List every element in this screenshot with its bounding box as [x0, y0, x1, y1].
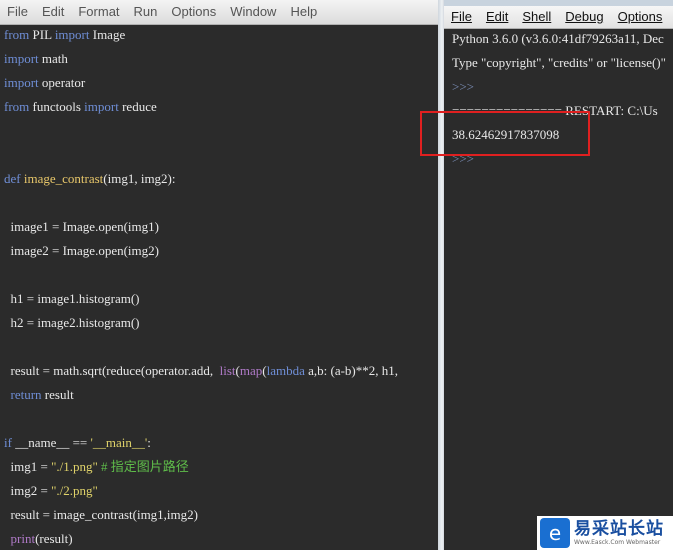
- code-token: import: [4, 75, 39, 90]
- code-line: print(result): [4, 529, 73, 549]
- code-token: '__main__': [90, 435, 148, 450]
- code-token: operator: [38, 75, 86, 90]
- code-token: result = math.sqrt(reduce(operator.add,: [4, 363, 220, 378]
- code-line: from functools import reduce: [4, 97, 157, 117]
- code-line: import math: [4, 49, 68, 69]
- code-line: h1 = image1.histogram(): [4, 289, 140, 309]
- result-highlight-box: [420, 111, 590, 156]
- shell-menu-debug[interactable]: Debug: [558, 6, 610, 28]
- code-token: img1 =: [4, 459, 52, 474]
- code-token: reduce: [118, 99, 157, 114]
- shell-menu-options[interactable]: Options: [611, 6, 670, 28]
- code-line: img1 = "./1.png" # 指定图片路径: [4, 457, 189, 477]
- code-token: from: [4, 27, 30, 42]
- code-token: img2 =: [4, 483, 52, 498]
- menu-format[interactable]: Format: [71, 0, 126, 24]
- watermark-subtext: Www.Easck.Com Webmaster: [574, 539, 661, 546]
- code-token: from: [4, 99, 30, 114]
- code-token: map: [239, 363, 263, 378]
- code-token: # 指定图片路径: [101, 459, 189, 474]
- code-token: image_contrast: [23, 171, 104, 186]
- code-token: result: [41, 387, 74, 402]
- code-token: if: [4, 435, 12, 450]
- code-token: print: [10, 531, 36, 546]
- watermark-logo-icon: e: [540, 518, 570, 548]
- shell-line: Type "copyright", "credits" or "license(…: [452, 55, 666, 70]
- code-token: __name__ ==: [11, 435, 91, 450]
- code-token: math: [38, 51, 68, 66]
- menu-window[interactable]: Window: [223, 0, 283, 24]
- code-token: "./1.png": [51, 459, 98, 474]
- code-line: return result: [4, 385, 74, 405]
- code-line: img2 = "./2.png": [4, 481, 98, 501]
- code-token: list: [219, 363, 236, 378]
- watermark-text: 易采站长站: [574, 519, 664, 539]
- code-token: PIL: [29, 27, 55, 42]
- code-token: functools: [29, 99, 85, 114]
- code-line: image2 = Image.open(img2): [4, 241, 159, 261]
- code-editor[interactable]: from PIL import Image import math import o…: [0, 24, 443, 550]
- code-token: (img1, img2):: [103, 171, 176, 186]
- code-line: import operator: [4, 73, 85, 93]
- code-line: h2 = image2.histogram(): [4, 313, 140, 333]
- code-line: def image_contrast(img1, img2):: [4, 169, 176, 189]
- code-token: Image: [89, 27, 126, 42]
- code-token: (result): [35, 531, 73, 546]
- menu-options[interactable]: Options: [164, 0, 223, 24]
- code-token: "./2.png": [51, 483, 98, 498]
- shell-menu-edit[interactable]: Edit: [479, 6, 515, 28]
- menu-edit[interactable]: Edit: [35, 0, 71, 24]
- code-token: :: [147, 435, 151, 450]
- watermark: e 易采站长站 Www.Easck.Com Webmaster: [537, 516, 673, 550]
- code-line: image1 = Image.open(img1): [4, 217, 159, 237]
- code-token: image1 = Image.open(img1): [4, 219, 159, 234]
- shell-line: >>>: [452, 79, 474, 94]
- code-token: result = image_contrast(img1,img2): [4, 507, 198, 522]
- editor-window: File Edit Format Run Options Window Help…: [0, 0, 443, 550]
- menu-help[interactable]: Help: [283, 0, 324, 24]
- shell-menubar: File Edit Shell Debug Options: [444, 6, 673, 29]
- code-token: a,b: (a-b)**2, h1,: [304, 363, 399, 378]
- shell-menu-file[interactable]: File: [444, 6, 479, 28]
- code-line: result = image_contrast(img1,img2): [4, 505, 198, 525]
- code-line: if __name__ == '__main__':: [4, 433, 151, 453]
- code-token: return: [10, 387, 42, 402]
- editor-menubar: File Edit Format Run Options Window Help: [0, 0, 443, 25]
- shell-line: Python 3.6.0 (v3.6.0:41df79263a11, Dec: [452, 31, 664, 46]
- code-line: from PIL import Image: [4, 25, 125, 45]
- code-token: import: [84, 99, 119, 114]
- menu-run[interactable]: Run: [127, 0, 165, 24]
- shell-menu-shell[interactable]: Shell: [515, 6, 558, 28]
- code-token: def: [4, 171, 21, 186]
- code-line: result = math.sqrt(reduce(operator.add, …: [4, 361, 399, 381]
- code-token: import: [54, 27, 90, 42]
- code-token: h1 = image1.histogram(): [4, 291, 140, 306]
- code-token: image2 = Image.open(img2): [4, 243, 159, 258]
- code-token: h2 = image2.histogram(): [4, 315, 140, 330]
- shell-window: File Edit Shell Debug Options Python 3.6…: [444, 0, 673, 550]
- menu-file[interactable]: File: [0, 0, 35, 24]
- code-token: lambda: [266, 363, 305, 378]
- code-token: import: [4, 51, 39, 66]
